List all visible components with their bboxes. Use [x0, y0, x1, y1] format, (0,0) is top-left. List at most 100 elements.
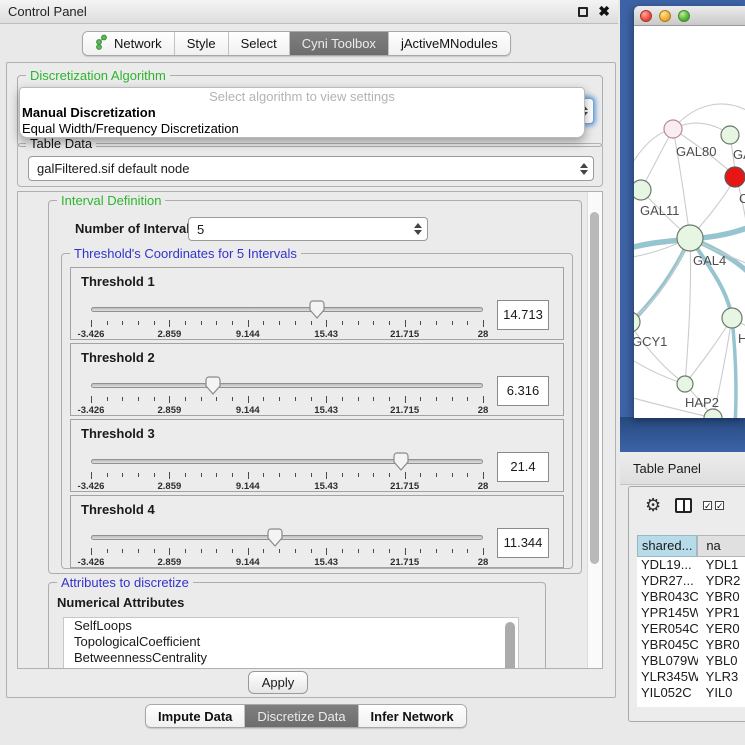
- slider-tick-label: 15.43: [314, 557, 338, 568]
- slider-track[interactable]: [91, 459, 483, 464]
- network-view-window[interactable]: GAL80GACGAL11GAL4HGCY1HAP2: [634, 6, 745, 418]
- dropdown-item-equal-width-frequency[interactable]: Equal Width/Frequency Discretization: [22, 121, 582, 137]
- network-edge[interactable]: [685, 238, 691, 384]
- table-cell[interactable]: YBL0: [698, 653, 745, 669]
- table-row[interactable]: YLR345WYLR3: [637, 669, 745, 685]
- slider-tick: [311, 473, 312, 477]
- attribute-list-item[interactable]: SelfLoops: [64, 618, 518, 634]
- table-cell[interactable]: YDL19...: [637, 557, 698, 573]
- table-row[interactable]: YBR045CYBR0: [637, 637, 745, 653]
- table-row[interactable]: YDL19...YDL1: [637, 557, 745, 573]
- list-scrollbar-thumb[interactable]: [505, 622, 515, 669]
- threshold-slider[interactable]: -3.4262.8599.14415.4321.71528: [91, 374, 483, 416]
- close-icon[interactable]: ✖: [598, 3, 610, 20]
- table-row[interactable]: YIL052CYIL0: [637, 685, 745, 701]
- attribute-list-item[interactable]: BetweennessCentrality: [64, 650, 518, 666]
- network-edge-thick[interactable]: [634, 238, 690, 330]
- table-cell[interactable]: YBR0: [698, 589, 745, 605]
- network-node[interactable]: [722, 308, 742, 328]
- numerical-attributes-list[interactable]: SelfLoopsTopologicalCoefficientBetweenne…: [63, 617, 519, 669]
- network-edge[interactable]: [634, 356, 685, 384]
- table-cell[interactable]: YDR2: [698, 573, 745, 589]
- checkbox-icon[interactable]: ✓: [703, 501, 712, 510]
- network-canvas[interactable]: GAL80GACGAL11GAL4HGCY1HAP2: [634, 26, 745, 418]
- slider-tick-label: 21.715: [390, 329, 419, 340]
- table-cell[interactable]: YIL0: [698, 685, 745, 701]
- table-cell[interactable]: YER054C: [637, 621, 698, 637]
- table-row[interactable]: YBL079WYBL0: [637, 653, 745, 669]
- node-table[interactable]: shared... na YDL19...YDL1YDR27...YDR2YBR…: [637, 535, 745, 707]
- threshold-value-field[interactable]: 6.316: [497, 376, 549, 406]
- table-cell[interactable]: YBR0: [698, 637, 745, 653]
- threshold-slider[interactable]: -3.4262.8599.14415.4321.71528: [91, 526, 483, 568]
- table-cell[interactable]: YDL1: [698, 557, 745, 573]
- tab-select[interactable]: Select: [229, 32, 290, 55]
- column-header-shared-name[interactable]: shared...: [637, 535, 697, 557]
- tab-infer-network[interactable]: Infer Network: [359, 705, 466, 727]
- tab-cyni-toolbox[interactable]: Cyni Toolbox: [290, 32, 389, 55]
- slider-tick: [185, 549, 186, 553]
- table-cell[interactable]: YER0: [698, 621, 745, 637]
- table-cell[interactable]: YBR043C: [637, 589, 698, 605]
- table-panel: ⚙ ✓ ✓ shared... na YDL19...YDL1YDR27...Y…: [628, 486, 745, 722]
- network-node[interactable]: [634, 180, 651, 200]
- network-node-label: HAP2: [685, 395, 719, 410]
- network-node[interactable]: [725, 167, 745, 187]
- apply-button[interactable]: Apply: [248, 671, 308, 694]
- table-cell[interactable]: YBL079W: [637, 653, 698, 669]
- tab-jactivemnodules[interactable]: jActiveMNodules: [389, 32, 510, 55]
- checkbox-icon[interactable]: ✓: [715, 501, 724, 510]
- table-cell[interactable]: YDR27...: [637, 573, 698, 589]
- slider-track[interactable]: [91, 383, 483, 388]
- panel-scrollbar[interactable]: [587, 192, 602, 668]
- table-row[interactable]: YER054CYER0: [637, 621, 745, 637]
- network-edge-thick[interactable]: [732, 318, 736, 418]
- network-node[interactable]: [677, 225, 703, 251]
- threshold-value-field[interactable]: 11.344: [497, 528, 549, 558]
- minimize-window-button[interactable]: [659, 10, 671, 22]
- threshold-value-field[interactable]: 14.713: [497, 300, 549, 330]
- table-cell[interactable]: YIL052C: [637, 685, 698, 701]
- float-window-icon[interactable]: [578, 7, 588, 17]
- table-row[interactable]: YDR27...YDR2: [637, 573, 745, 589]
- dropdown-item-manual-discretization[interactable]: Manual Discretization: [22, 105, 582, 121]
- slider-tick: [373, 397, 374, 401]
- column-view-icon[interactable]: [675, 498, 692, 513]
- attribute-list-item[interactable]: TopologicalCoefficient: [64, 634, 518, 650]
- slider-thumb-icon[interactable]: [309, 300, 325, 319]
- table-cell[interactable]: YPR145W: [637, 605, 698, 621]
- threshold-slider[interactable]: -3.4262.8599.14415.4321.71528: [91, 298, 483, 340]
- network-window-titlebar[interactable]: [634, 6, 745, 26]
- tab-style[interactable]: Style: [175, 32, 229, 55]
- slider-thumb-icon[interactable]: [267, 528, 283, 547]
- network-node[interactable]: [721, 126, 739, 144]
- slider-thumb-icon[interactable]: [393, 452, 409, 471]
- close-window-button[interactable]: [640, 10, 652, 22]
- tab-impute-data[interactable]: Impute Data: [146, 705, 245, 727]
- table-cell[interactable]: YLR345W: [637, 669, 698, 685]
- slider-track[interactable]: [91, 307, 483, 312]
- panel-scrollbar-thumb[interactable]: [590, 212, 599, 564]
- slider-track[interactable]: [91, 535, 483, 540]
- table-cell[interactable]: YPR1: [698, 605, 745, 621]
- threshold-slider[interactable]: -3.4262.8599.14415.4321.71528: [91, 450, 483, 492]
- table-cell[interactable]: YBR045C: [637, 637, 698, 653]
- list-scrollbar[interactable]: [504, 619, 517, 669]
- number-of-intervals-combobox[interactable]: 5: [188, 217, 428, 241]
- table-row[interactable]: YBR043CYBR0: [637, 589, 745, 605]
- threshold-value-field[interactable]: 21.4: [497, 452, 549, 482]
- tab-discretize-data[interactable]: Discretize Data: [245, 705, 358, 727]
- slider-thumb-icon[interactable]: [205, 376, 221, 395]
- table-data-combobox[interactable]: galFiltered.sif default node: [28, 156, 594, 181]
- network-node[interactable]: [664, 120, 682, 138]
- table-cell[interactable]: YLR3: [698, 669, 745, 685]
- column-header-name[interactable]: na: [697, 535, 745, 557]
- settings-gear-icon[interactable]: ⚙: [645, 495, 661, 516]
- combo-stepper-icon[interactable]: [575, 157, 593, 180]
- tab-network[interactable]: Network: [83, 32, 175, 55]
- table-row[interactable]: YPR145WYPR1: [637, 605, 745, 621]
- network-node[interactable]: [677, 376, 693, 392]
- network-edge[interactable]: [685, 318, 732, 384]
- combo-stepper-icon[interactable]: [409, 218, 427, 240]
- zoom-window-button[interactable]: [678, 10, 690, 22]
